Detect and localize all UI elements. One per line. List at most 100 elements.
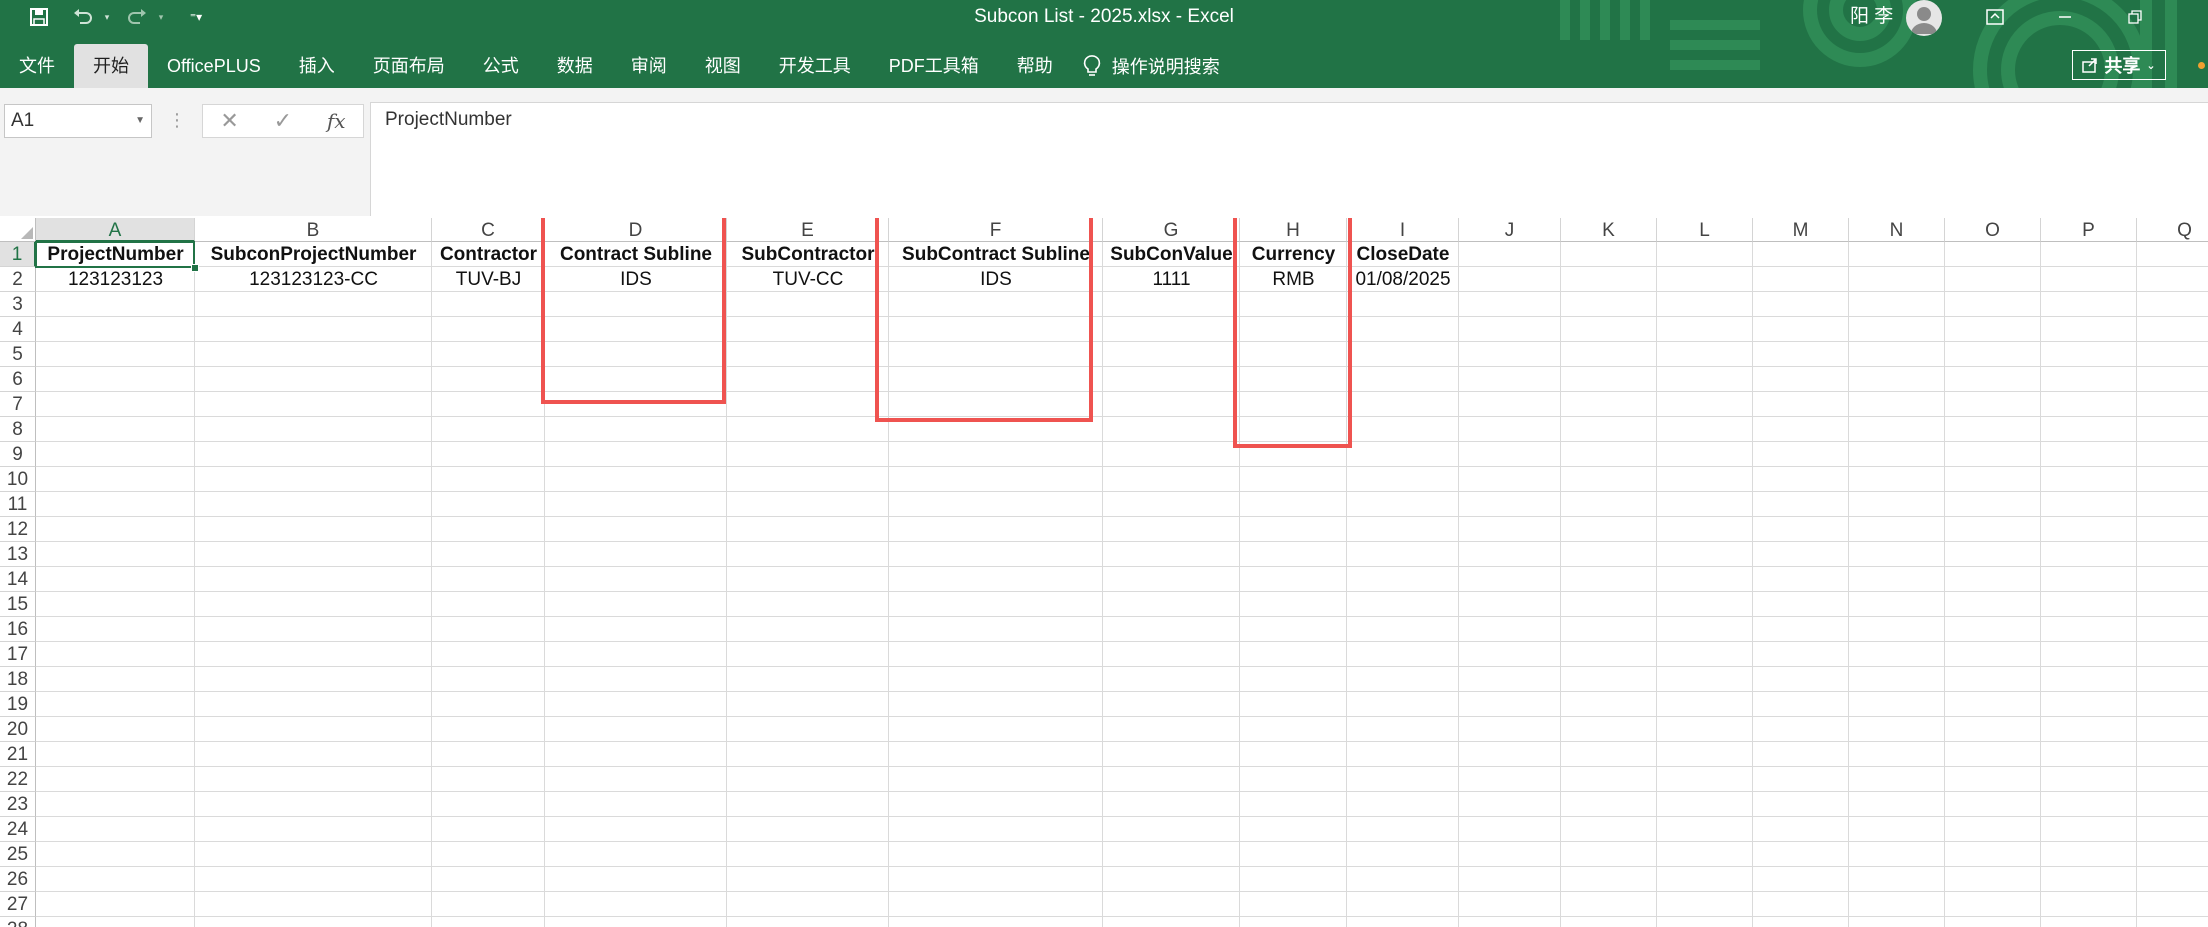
share-label: 共享 bbox=[2104, 56, 2141, 76]
tab-view[interactable]: 视图 bbox=[686, 44, 760, 88]
row-header-8[interactable]: 8 bbox=[0, 417, 36, 442]
column-gridline bbox=[431, 242, 432, 927]
column-header-l[interactable]: L bbox=[1657, 218, 1753, 242]
minimize-icon[interactable] bbox=[2040, 0, 2090, 34]
cell-c2[interactable]: TUV-BJ bbox=[432, 267, 545, 292]
row-header-11[interactable]: 11 bbox=[0, 492, 36, 517]
row-header-25[interactable]: 25 bbox=[0, 842, 36, 867]
worksheet-grid[interactable]: ABCDEFGHIJKLMNOPQ 1 2 3 4 5 6 7 8 9 10 11 12 13 14 15 1… bbox=[0, 218, 2208, 927]
cell-i1[interactable]: CloseDate bbox=[1347, 242, 1459, 267]
row-header-24[interactable]: 24 bbox=[0, 817, 36, 842]
lightbulb-icon bbox=[1083, 55, 1100, 76]
row-header-18[interactable]: 18 bbox=[0, 667, 36, 692]
row-header-13[interactable]: 13 bbox=[0, 542, 36, 567]
tab-pdf-tools[interactable]: PDF工具箱 bbox=[870, 44, 998, 88]
row-header-7[interactable]: 7 bbox=[0, 392, 36, 417]
row-header-26[interactable]: 26 bbox=[0, 867, 36, 892]
restore-icon[interactable] bbox=[2110, 0, 2160, 34]
enter-check-icon[interactable]: ✓ bbox=[274, 108, 292, 134]
cell-a2[interactable]: 123123123 bbox=[36, 267, 195, 292]
highlight-box-column-f bbox=[875, 218, 1093, 422]
cell-c1[interactable]: Contractor bbox=[432, 242, 545, 267]
row-header-3[interactable]: 3 bbox=[0, 292, 36, 317]
column-gridline bbox=[2136, 242, 2137, 927]
column-header-g[interactable]: G bbox=[1103, 218, 1240, 242]
column-header-q[interactable]: Q bbox=[2137, 218, 2208, 242]
tab-home[interactable]: 开始 bbox=[74, 44, 148, 88]
name-box[interactable]: A1 ▼ bbox=[4, 104, 152, 138]
row-header-19[interactable]: 19 bbox=[0, 692, 36, 717]
row-header-9[interactable]: 9 bbox=[0, 442, 36, 467]
row-header-17[interactable]: 17 bbox=[0, 642, 36, 667]
column-header-o[interactable]: O bbox=[1945, 218, 2041, 242]
column-header-b[interactable]: B bbox=[195, 218, 432, 242]
column-header-c[interactable]: C bbox=[432, 218, 545, 242]
chevron-down-icon: ⌄ bbox=[2146, 59, 2156, 72]
row-header-5[interactable]: 5 bbox=[0, 342, 36, 367]
column-header-a[interactable]: A bbox=[36, 218, 195, 242]
column-header-e[interactable]: E bbox=[727, 218, 889, 242]
column-header-k[interactable]: K bbox=[1561, 218, 1657, 242]
row-gridline bbox=[36, 516, 2208, 517]
tell-me-search[interactable]: 操作说明搜索 bbox=[1072, 53, 1220, 79]
column-header-m[interactable]: M bbox=[1753, 218, 1849, 242]
column-header-i[interactable]: I bbox=[1347, 218, 1459, 242]
fill-handle[interactable] bbox=[191, 264, 199, 272]
cell-b2[interactable]: 123123123-CC bbox=[195, 267, 432, 292]
cell-b1[interactable]: SubconProjectNumber bbox=[195, 242, 432, 267]
column-header-j[interactable]: J bbox=[1459, 218, 1561, 242]
column-header-p[interactable]: P bbox=[2041, 218, 2137, 242]
share-button[interactable]: 共享 ⌄ bbox=[2072, 50, 2166, 80]
tab-help[interactable]: 帮助 bbox=[998, 44, 1072, 88]
tab-insert[interactable]: 插入 bbox=[280, 44, 354, 88]
row-header-6[interactable]: 6 bbox=[0, 367, 36, 392]
row-header-16[interactable]: 16 bbox=[0, 617, 36, 642]
row-header-4[interactable]: 4 bbox=[0, 317, 36, 342]
row-header-15[interactable]: 15 bbox=[0, 592, 36, 617]
cell-e2[interactable]: TUV-CC bbox=[727, 267, 889, 292]
row-gridline bbox=[36, 391, 2208, 392]
column-gridline bbox=[1752, 242, 1753, 927]
column-gridline bbox=[726, 242, 727, 927]
formula-input[interactable]: ProjectNumber bbox=[370, 102, 2208, 216]
cell-e1[interactable]: SubContractor bbox=[727, 242, 889, 267]
row-header-27[interactable]: 27 bbox=[0, 892, 36, 917]
user-name[interactable]: 阳 李 bbox=[1850, 0, 1893, 34]
row-header-14[interactable]: 14 bbox=[0, 567, 36, 592]
row-header-21[interactable]: 21 bbox=[0, 742, 36, 767]
tab-review[interactable]: 审阅 bbox=[612, 44, 686, 88]
tab-developer[interactable]: 开发工具 bbox=[760, 44, 870, 88]
column-gridline bbox=[1656, 242, 1657, 927]
select-all-triangle-icon bbox=[21, 227, 33, 239]
row-gridline bbox=[36, 866, 2208, 867]
row-header-28[interactable]: 28 bbox=[0, 917, 36, 927]
row-header-1[interactable]: 1 bbox=[0, 242, 36, 267]
row-header-10[interactable]: 10 bbox=[0, 467, 36, 492]
chevron-down-icon[interactable]: ▼ bbox=[135, 105, 145, 137]
cell-g1[interactable]: SubConValue bbox=[1103, 242, 1240, 267]
cancel-icon[interactable]: ✕ bbox=[220, 108, 238, 134]
row-gridline bbox=[36, 741, 2208, 742]
cell-g2[interactable]: 1111 bbox=[1103, 267, 1240, 292]
cell-i2[interactable]: 01/08/2025 bbox=[1347, 267, 1459, 292]
row-gridline bbox=[36, 566, 2208, 567]
row-header-12[interactable]: 12 bbox=[0, 517, 36, 542]
row-gridline bbox=[36, 791, 2208, 792]
tab-page-layout[interactable]: 页面布局 bbox=[354, 44, 464, 88]
column-header-n[interactable]: N bbox=[1849, 218, 1945, 242]
row-header-23[interactable]: 23 bbox=[0, 792, 36, 817]
formula-bar-grip-icon[interactable]: ⋮ bbox=[168, 110, 186, 131]
tab-file[interactable]: 文件 bbox=[0, 44, 74, 88]
tab-data[interactable]: 数据 bbox=[538, 44, 612, 88]
tab-formulas[interactable]: 公式 bbox=[464, 44, 538, 88]
avatar[interactable] bbox=[1906, 0, 1942, 36]
highlight-box-column-d bbox=[541, 218, 726, 404]
row-header-2[interactable]: 2 bbox=[0, 267, 36, 292]
select-all-button[interactable] bbox=[0, 218, 36, 242]
share-icon bbox=[2082, 58, 2098, 73]
tab-officeplus[interactable]: OfficePLUS bbox=[148, 44, 280, 88]
ribbon-display-options-icon[interactable] bbox=[1970, 0, 2020, 34]
insert-function-icon[interactable]: fx bbox=[327, 109, 346, 133]
row-header-20[interactable]: 20 bbox=[0, 717, 36, 742]
row-header-22[interactable]: 22 bbox=[0, 767, 36, 792]
